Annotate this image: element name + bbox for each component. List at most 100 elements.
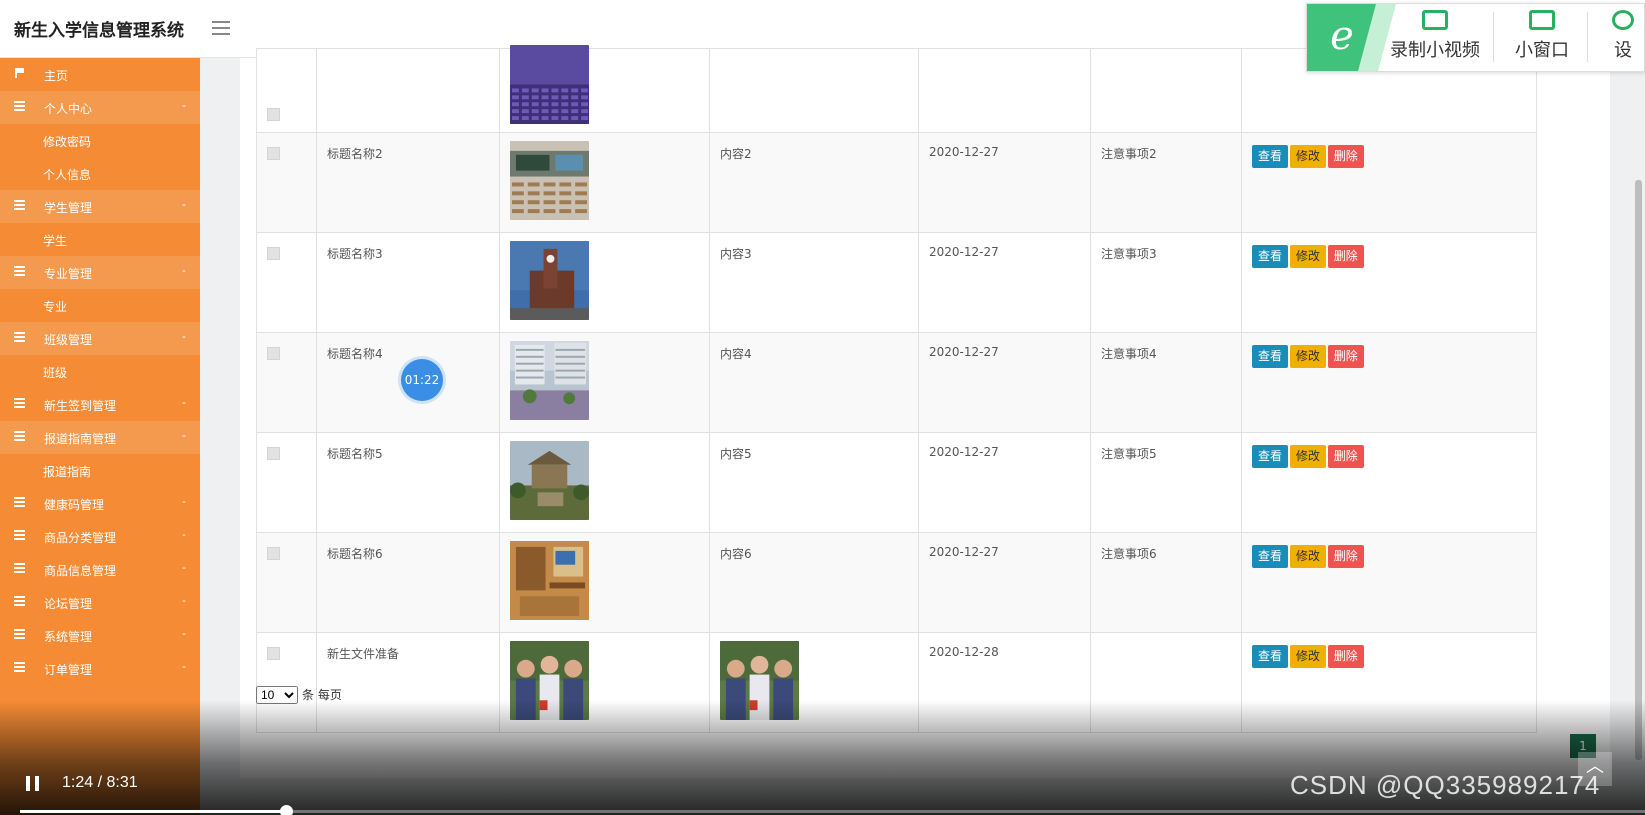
sidebar-item[interactable]: 学生管理 - xyxy=(0,190,200,223)
row-checkbox[interactable] xyxy=(267,647,280,660)
player-progress-knob[interactable] xyxy=(280,805,294,815)
sidebar-item[interactable]: 新生签到管理 - xyxy=(0,388,200,421)
edit-button[interactable]: 修改 xyxy=(1289,645,1326,668)
sidebar-item[interactable]: 专业管理 - xyxy=(0,256,200,289)
sidebar-item[interactable]: 个人中心 - xyxy=(0,91,200,124)
collapse-icon: - xyxy=(182,429,186,442)
row-checkbox[interactable] xyxy=(267,447,280,460)
sidebar-item[interactable]: 商品分类管理 - xyxy=(0,520,200,553)
table-cell: 标题名称3 xyxy=(316,232,500,333)
delete-button[interactable]: 删除 xyxy=(1327,345,1364,368)
sidebar-item[interactable]: 班级管理 - xyxy=(0,322,200,355)
pause-icon[interactable] xyxy=(26,776,40,791)
flag-icon xyxy=(15,68,24,78)
delete-button[interactable]: 删除 xyxy=(1327,245,1364,268)
list-icon xyxy=(14,101,25,112)
view-button[interactable]: 查看 xyxy=(1252,445,1289,468)
settings-button[interactable]: 设 xyxy=(1603,10,1643,62)
sidebar-item[interactable]: 商品信息管理 - xyxy=(0,553,200,586)
delete-button[interactable]: 删除 xyxy=(1327,545,1364,568)
table-cell: 内容4 xyxy=(709,332,919,433)
sidebar-item[interactable]: 修改密码 xyxy=(0,124,200,157)
sidebar-item[interactable]: 报道指南管理 - xyxy=(0,421,200,454)
sidebar-item-label: 学生管理 xyxy=(44,201,93,215)
row-title: 标题名称6 xyxy=(327,547,383,561)
row-checkbox[interactable] xyxy=(267,108,280,121)
vertical-scrollbar[interactable] xyxy=(1632,58,1645,760)
delete-button[interactable]: 删除 xyxy=(1327,645,1364,668)
row-date: 2020-12-27 xyxy=(929,445,999,459)
edit-button[interactable]: 修改 xyxy=(1289,145,1326,168)
collapse-icon: - xyxy=(182,561,186,574)
sidebar-item[interactable]: 系统管理 - xyxy=(0,619,200,652)
row-checkbox[interactable] xyxy=(267,547,280,560)
list-icon xyxy=(14,398,25,409)
sidebar-item[interactable]: 学生 xyxy=(0,223,200,256)
mini-window-button[interactable]: 小窗口 xyxy=(1507,10,1577,62)
edit-button[interactable]: 修改 xyxy=(1289,245,1326,268)
table-cell xyxy=(499,332,710,433)
player-progress-bar[interactable] xyxy=(20,805,1645,815)
table-cell: 查看 修改 删除 xyxy=(1241,132,1537,233)
table-cell: 查看 修改 删除 xyxy=(1241,432,1537,533)
row-date: 2020-12-28 xyxy=(929,645,999,659)
sidebar-item-label: 商品信息管理 xyxy=(44,564,117,578)
table-cell: 2020-12-27 xyxy=(918,332,1091,433)
sidebar-item-label: 班级管理 xyxy=(44,333,93,347)
table-cell: 内容2 xyxy=(709,132,919,233)
row-checkbox[interactable] xyxy=(267,347,280,360)
record-video-label: 录制小视频 xyxy=(1390,40,1480,61)
edit-button[interactable]: 修改 xyxy=(1289,345,1326,368)
table-cell xyxy=(316,48,500,133)
sidebar-item[interactable]: 论坛管理 - xyxy=(0,586,200,619)
app-title: 新生入学信息管理系统 xyxy=(14,21,184,41)
sidebar-item[interactable]: 健康码管理 - xyxy=(0,487,200,520)
view-button[interactable]: 查看 xyxy=(1252,345,1289,368)
sidebar-item[interactable]: 订单管理 - xyxy=(0,652,200,685)
view-button[interactable]: 查看 xyxy=(1252,545,1289,568)
table-cell xyxy=(256,532,317,633)
edit-button[interactable]: 修改 xyxy=(1289,445,1326,468)
view-button[interactable]: 查看 xyxy=(1252,145,1289,168)
list-icon xyxy=(14,497,25,508)
table-cell: 内容3 xyxy=(709,232,919,333)
row-title: 标题名称2 xyxy=(327,147,383,161)
table-cell: 2020-12-27 xyxy=(918,132,1091,233)
edit-button[interactable]: 修改 xyxy=(1289,545,1326,568)
view-button[interactable]: 查看 xyxy=(1252,645,1289,668)
player-time: 1:24 / 8:31 xyxy=(62,774,138,791)
row-date: 2020-12-27 xyxy=(929,345,999,359)
row-checkbox[interactable] xyxy=(267,147,280,160)
sidebar-item-label: 订单管理 xyxy=(44,663,93,677)
menu-toggle-icon[interactable] xyxy=(212,17,230,39)
table-cell: 查看 修改 删除 xyxy=(1241,532,1537,633)
table-cell: 查看 修改 删除 xyxy=(1241,232,1537,333)
sidebar-item[interactable]: 主页 xyxy=(0,58,200,91)
collapse-icon: - xyxy=(182,594,186,607)
settings-label: 设 xyxy=(1614,40,1632,61)
sidebar-item[interactable]: 报道指南 xyxy=(0,454,200,487)
row-image xyxy=(510,541,699,620)
recording-timer-badge: 01:22 xyxy=(401,359,443,401)
table-row: 标题名称6 内容6 2020-12-27 注意事项6 查看 修改 删除 xyxy=(256,532,1537,633)
row-image xyxy=(510,45,699,124)
view-button[interactable]: 查看 xyxy=(1252,245,1289,268)
app-root: { "app": { "title": "新生入学信息管理系统" }, "sid… xyxy=(0,0,1645,815)
table-cell: 内容6 xyxy=(709,532,919,633)
delete-button[interactable]: 删除 xyxy=(1327,445,1364,468)
sidebar-item[interactable]: 个人信息 xyxy=(0,157,200,190)
sidebar-item-label: 专业 xyxy=(43,300,68,314)
collapse-icon: - xyxy=(182,198,186,211)
sidebar-item[interactable]: 专业 xyxy=(0,289,200,322)
sidebar-item[interactable]: 班级 xyxy=(0,355,200,388)
row-content: 内容3 xyxy=(720,247,752,261)
list-icon xyxy=(14,530,25,541)
sidebar-item-label: 论坛管理 xyxy=(44,597,93,611)
gear-icon xyxy=(1612,10,1634,30)
delete-button[interactable]: 删除 xyxy=(1327,145,1364,168)
row-checkbox[interactable] xyxy=(267,247,280,260)
record-video-button[interactable]: 录制小视频 xyxy=(1385,10,1485,62)
collapse-icon: - xyxy=(182,99,186,112)
list-icon xyxy=(14,266,25,277)
table-cell xyxy=(256,132,317,233)
